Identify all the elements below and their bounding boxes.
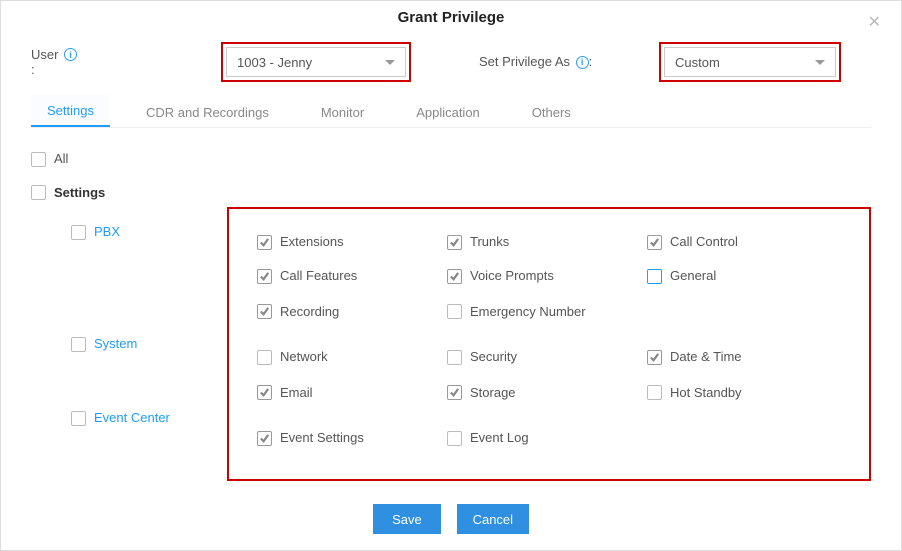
priv-security[interactable]: Security	[447, 348, 517, 366]
priv-label: Extensions	[280, 233, 344, 251]
close-icon[interactable]: ✕	[868, 15, 881, 31]
checkbox-icon	[447, 269, 462, 284]
system-checkbox[interactable]: System	[71, 335, 137, 353]
user-label: User i:	[31, 47, 79, 78]
checkbox-icon	[257, 269, 272, 284]
cancel-button[interactable]: Cancel	[457, 504, 529, 534]
dialog-title: Grant Privilege	[1, 1, 901, 32]
checkbox-icon	[71, 337, 86, 352]
user-select-value: 1003 - Jenny	[237, 55, 312, 70]
checkbox-icon	[647, 269, 662, 284]
checkbox-icon	[31, 185, 46, 200]
info-icon[interactable]: i	[64, 48, 77, 61]
checkbox-icon	[257, 304, 272, 319]
checkbox-icon	[71, 411, 86, 426]
grant-privilege-dialog: Grant Privilege ✕ User i: 1003 - Jenny S…	[0, 0, 902, 551]
user-label-text: User	[31, 47, 58, 62]
settings-section-label: Settings	[54, 184, 105, 202]
priv-voice-prompts[interactable]: Voice Prompts	[447, 267, 554, 285]
priv-label: Emergency Number	[470, 303, 586, 321]
priv-recording[interactable]: Recording	[257, 303, 339, 321]
priv-event-log[interactable]: Event Log	[447, 429, 529, 447]
checkbox-icon	[447, 304, 462, 319]
priv-event-settings[interactable]: Event Settings	[257, 429, 364, 447]
checkbox-icon	[447, 385, 462, 400]
priv-label: Email	[280, 384, 313, 402]
privilege-select-value: Custom	[675, 55, 720, 70]
all-label: All	[54, 150, 68, 168]
checkbox-icon	[257, 235, 272, 250]
info-icon[interactable]: i	[576, 56, 589, 69]
checkbox-icon	[447, 350, 462, 365]
checkbox-icon	[647, 385, 662, 400]
pbx-label: PBX	[94, 223, 120, 241]
priv-label: Storage	[470, 384, 516, 402]
tab-settings[interactable]: Settings	[31, 95, 110, 127]
priv-label: Call Control	[670, 233, 738, 251]
priv-label: General	[670, 267, 716, 285]
priv-emergency-number[interactable]: Emergency Number	[447, 303, 586, 321]
all-checkbox[interactable]: All	[31, 150, 68, 168]
priv-label: Trunks	[470, 233, 509, 251]
tab-monitor[interactable]: Monitor	[305, 97, 380, 127]
priv-storage[interactable]: Storage	[447, 384, 516, 402]
priv-general[interactable]: General	[647, 267, 716, 285]
settings-section-checkbox[interactable]: Settings	[31, 184, 105, 202]
checkbox-icon	[257, 431, 272, 446]
priv-trunks[interactable]: Trunks	[447, 233, 509, 251]
dialog-footer: Save Cancel	[1, 504, 901, 534]
save-button[interactable]: Save	[373, 504, 441, 534]
checkbox-icon	[71, 225, 86, 240]
priv-label: Security	[470, 348, 517, 366]
privileges-grid: Extensions Trunks Call Control Call Feat…	[257, 225, 849, 457]
priv-email[interactable]: Email	[257, 384, 313, 402]
tab-bar: Settings CDR and Recordings Monitor Appl…	[31, 96, 871, 128]
priv-label: Event Log	[470, 429, 529, 447]
user-select[interactable]: 1003 - Jenny	[226, 47, 406, 77]
priv-hot-standby[interactable]: Hot Standby	[647, 384, 742, 402]
priv-label: Voice Prompts	[470, 267, 554, 285]
checkbox-icon	[647, 350, 662, 365]
priv-date-time[interactable]: Date & Time	[647, 348, 742, 366]
priv-label: Hot Standby	[670, 384, 742, 402]
chevron-down-icon	[815, 60, 825, 65]
priv-network[interactable]: Network	[257, 348, 328, 366]
priv-extensions[interactable]: Extensions	[257, 233, 344, 251]
priv-call-features[interactable]: Call Features	[257, 267, 357, 285]
event-center-label: Event Center	[94, 409, 170, 427]
checkbox-icon	[257, 350, 272, 365]
priv-label: Call Features	[280, 267, 357, 285]
priv-label: Network	[280, 348, 328, 366]
privileges-highlight: Extensions Trunks Call Control Call Feat…	[227, 207, 871, 481]
priv-call-control[interactable]: Call Control	[647, 233, 738, 251]
content-area: All Settings PBX System	[1, 132, 901, 481]
priv-label: Recording	[280, 303, 339, 321]
privilege-label: Set Privilege As i:	[479, 54, 619, 70]
tab-cdr[interactable]: CDR and Recordings	[130, 97, 285, 127]
privilege-select[interactable]: Custom	[664, 47, 836, 77]
system-label: System	[94, 335, 137, 353]
tab-application[interactable]: Application	[400, 97, 496, 127]
priv-label: Event Settings	[280, 429, 364, 447]
user-select-highlight: 1003 - Jenny	[221, 42, 411, 82]
priv-label: Date & Time	[670, 348, 742, 366]
event-center-checkbox[interactable]: Event Center	[71, 409, 170, 427]
tab-others[interactable]: Others	[516, 97, 587, 127]
checkbox-icon	[447, 235, 462, 250]
privilege-select-highlight: Custom	[659, 42, 841, 82]
header-row: User i: 1003 - Jenny Set Privilege As i:…	[1, 32, 901, 96]
pbx-checkbox[interactable]: PBX	[71, 223, 120, 241]
checkbox-icon	[647, 235, 662, 250]
checkbox-icon	[447, 431, 462, 446]
checkbox-icon	[257, 385, 272, 400]
checkbox-icon	[31, 152, 46, 167]
chevron-down-icon	[385, 60, 395, 65]
privilege-label-text: Set Privilege As	[479, 54, 570, 69]
